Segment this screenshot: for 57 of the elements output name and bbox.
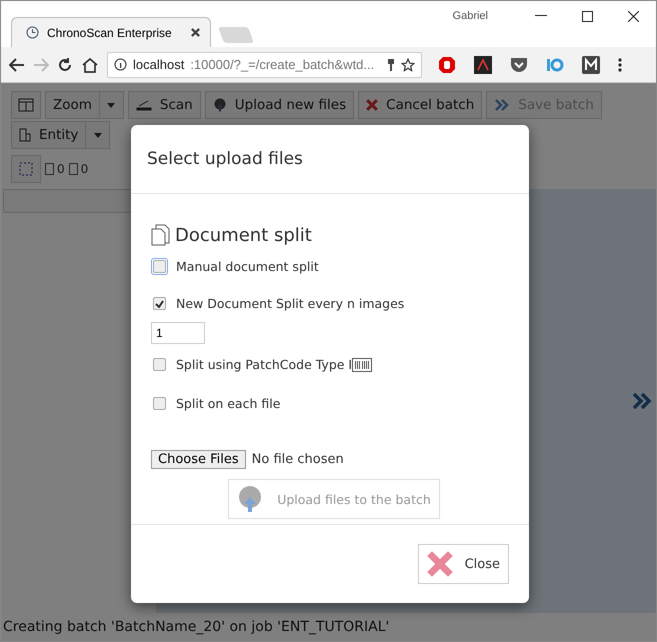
page-count: 0: [45, 155, 65, 183]
layout-icon: [18, 98, 34, 112]
entity-button[interactable]: Entity: [11, 121, 86, 149]
dialog-title: Select upload files: [147, 149, 303, 169]
close-icon: [191, 28, 200, 37]
option-label: New Document Split every n images: [176, 296, 404, 311]
option-label: Split on each file: [176, 396, 280, 411]
pdf-icon[interactable]: [474, 56, 492, 74]
count-field[interactable]: 1: [151, 322, 205, 344]
url-host: localhost: [133, 57, 184, 72]
file-status: No file chosen: [252, 452, 344, 467]
layout-button[interactable]: [11, 91, 41, 119]
stop-hand-icon[interactable]: [438, 56, 456, 74]
caret-icon: [107, 102, 116, 108]
cancel-button[interactable]: Cancel batch: [358, 91, 482, 119]
key-icon[interactable]: [387, 58, 395, 72]
double-chevron-icon[interactable]: [632, 392, 652, 410]
option-label: Split using PatchCode Type I: [176, 357, 352, 372]
scan-button[interactable]: Scan: [128, 91, 201, 119]
url-path: :10000/?_=/create_batch&wtd...: [190, 57, 376, 72]
scanner-icon: [136, 99, 152, 111]
globe-upload-icon: [237, 485, 264, 513]
section-title: Document split: [175, 224, 312, 246]
home-icon[interactable]: [81, 56, 99, 72]
checkbox[interactable]: [153, 358, 166, 371]
double-chevron-icon: [494, 99, 510, 111]
pocket-icon[interactable]: [510, 56, 528, 72]
cancel-icon: [366, 99, 378, 111]
page-count: 0: [68, 155, 88, 183]
checkbox[interactable]: [153, 260, 166, 273]
clock-icon: [26, 26, 39, 39]
browser-tab[interactable]: ChronoScan Enterprise: [11, 17, 211, 47]
zoom-button[interactable]: Zoom: [45, 91, 100, 119]
select-button[interactable]: [11, 155, 41, 183]
cross-icon: [426, 551, 453, 577]
menu-icon[interactable]: [618, 56, 622, 72]
status-message: Creating batch 'BatchName_20' on job 'ENT_TUTORIAL': [2, 618, 390, 637]
globe-upload-icon: [212, 98, 227, 112]
iq-icon[interactable]: [546, 56, 564, 72]
m-icon[interactable]: [582, 56, 600, 74]
back-icon[interactable]: [9, 58, 25, 72]
star-icon[interactable]: [401, 58, 415, 72]
checkbox[interactable]: [153, 397, 166, 410]
upload-button[interactable]: Upload new files: [204, 91, 354, 119]
option-label: Manual document split: [176, 259, 319, 274]
choose-files-button[interactable]: Choose Files: [151, 450, 246, 469]
close-button[interactable]: Close: [418, 544, 509, 584]
dropdown-button[interactable]: [100, 91, 124, 119]
caret-icon: [94, 132, 102, 138]
building-icon: [19, 128, 31, 142]
checkbox[interactable]: [153, 297, 166, 310]
dropdown-button[interactable]: [86, 121, 110, 149]
profile-name[interactable]: Gabriel: [452, 10, 488, 22]
info-icon[interactable]: [114, 58, 127, 71]
reload-icon[interactable]: [57, 56, 73, 72]
address-bar[interactable]: localhost :10000/?_=/create_batch&wtd...: [107, 52, 422, 78]
selection-icon: [19, 162, 33, 176]
